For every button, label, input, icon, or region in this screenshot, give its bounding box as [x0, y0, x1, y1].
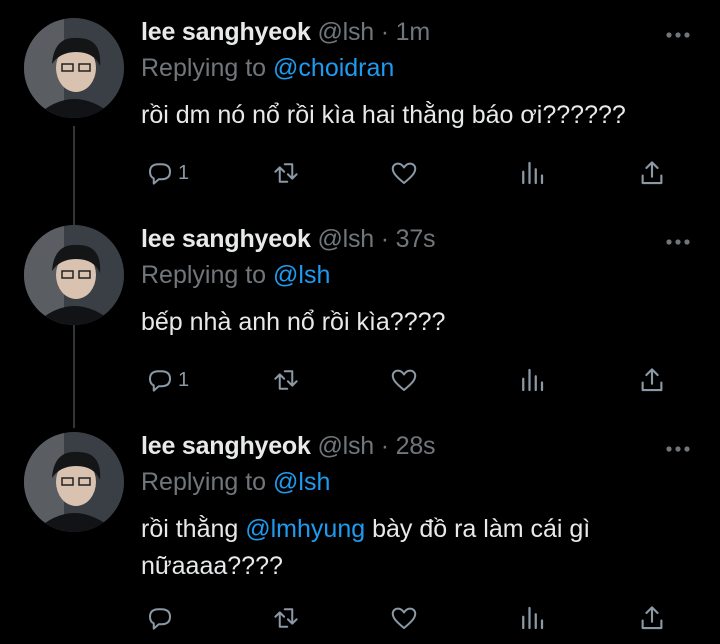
reply-count: 1	[178, 368, 190, 391]
mention-link[interactable]: @lsh	[273, 468, 330, 496]
replying-to: Replying to @lsh	[141, 261, 330, 290]
display-name[interactable]: lee sanghyeok	[141, 18, 311, 46]
share-icon	[641, 368, 663, 392]
replying-to: Replying to @lsh	[141, 468, 330, 497]
tweet[interactable]: lee sanghyeok @lsh · 28s Replying to @ls…	[0, 414, 720, 644]
mention-link[interactable]: @lsh	[273, 261, 330, 289]
timestamp[interactable]: 1m	[396, 18, 431, 46]
analytics-button[interactable]	[517, 601, 547, 635]
action-bar: 1	[141, 156, 681, 190]
more-icon[interactable]	[665, 30, 691, 40]
analytics-icon	[522, 368, 544, 392]
like-button[interactable]	[389, 156, 419, 190]
tweet-header: lee sanghyeok @lsh · 1m	[141, 18, 430, 47]
share-button[interactable]	[637, 156, 667, 190]
share-icon	[641, 606, 663, 630]
retweet-button[interactable]	[271, 601, 301, 635]
tweet-text-line: nữaaaa????	[141, 552, 283, 580]
reply-count: 1	[178, 161, 190, 184]
handle[interactable]: @lsh	[317, 225, 374, 253]
retweet-button[interactable]	[271, 363, 301, 397]
share-button[interactable]	[637, 601, 667, 635]
text-segment: bày đồ ra làm cái gì	[372, 515, 591, 543]
tweet[interactable]: lee sanghyeok @lsh · 1m Replying to @cho…	[0, 0, 720, 200]
replying-to: Replying to @choidran	[141, 54, 394, 83]
retweet-icon	[274, 608, 298, 628]
retweet-icon	[274, 163, 298, 183]
avatar[interactable]	[24, 432, 124, 532]
retweet-icon	[274, 370, 298, 390]
action-bar: 1	[141, 363, 681, 397]
mention-link[interactable]: @choidran	[273, 54, 394, 82]
tweet-text: rồi thằng @lmhyung bày đồ ra làm cái gì …	[141, 511, 701, 585]
tweet-text-line: rồi thằng @lmhyung bày đồ ra làm cái gì	[141, 511, 701, 548]
handle[interactable]: @lsh	[317, 18, 374, 46]
reply-button[interactable]: 1	[145, 156, 189, 190]
reply-button[interactable]	[145, 601, 175, 635]
share-icon	[641, 161, 663, 185]
separator: ·	[380, 18, 389, 46]
mention-link[interactable]: @lmhyung	[245, 515, 365, 543]
reply-button[interactable]: 1	[145, 363, 189, 397]
tweet-text: bếp nhà anh nổ rồi kìa????	[141, 308, 446, 336]
action-bar	[141, 601, 681, 635]
display-name[interactable]: lee sanghyeok	[141, 432, 311, 460]
display-name[interactable]: lee sanghyeok	[141, 225, 311, 253]
reply-icon	[149, 608, 171, 630]
tweet-header: lee sanghyeok @lsh · 37s	[141, 225, 436, 254]
avatar[interactable]	[24, 225, 124, 325]
analytics-icon	[522, 161, 544, 185]
separator: ·	[380, 432, 389, 460]
reply-icon	[149, 163, 171, 185]
share-button[interactable]	[637, 363, 667, 397]
like-icon	[391, 369, 417, 391]
tweet-text: rồi dm nó nổ rồi kìa hai thằng báo ơi???…	[141, 101, 626, 129]
like-icon	[391, 162, 417, 184]
retweet-button[interactable]	[271, 156, 301, 190]
analytics-icon	[522, 606, 544, 630]
more-icon[interactable]	[665, 237, 691, 247]
handle[interactable]: @lsh	[317, 432, 374, 460]
like-icon	[391, 607, 417, 629]
like-button[interactable]	[389, 601, 419, 635]
replying-prefix: Replying to	[141, 468, 267, 496]
text-segment: rồi thằng	[141, 515, 239, 543]
timestamp[interactable]: 37s	[396, 225, 436, 253]
tweet-header: lee sanghyeok @lsh · 28s	[141, 432, 436, 461]
analytics-button[interactable]	[517, 363, 547, 397]
like-button[interactable]	[389, 363, 419, 397]
avatar[interactable]	[24, 18, 124, 118]
replying-prefix: Replying to	[141, 261, 267, 289]
more-icon[interactable]	[665, 444, 691, 454]
tweet[interactable]: lee sanghyeok @lsh · 37s Replying to @ls…	[0, 207, 720, 407]
reply-icon	[149, 370, 171, 392]
timestamp[interactable]: 28s	[396, 432, 436, 460]
analytics-button[interactable]	[517, 156, 547, 190]
separator: ·	[380, 225, 389, 253]
replying-prefix: Replying to	[141, 54, 267, 82]
